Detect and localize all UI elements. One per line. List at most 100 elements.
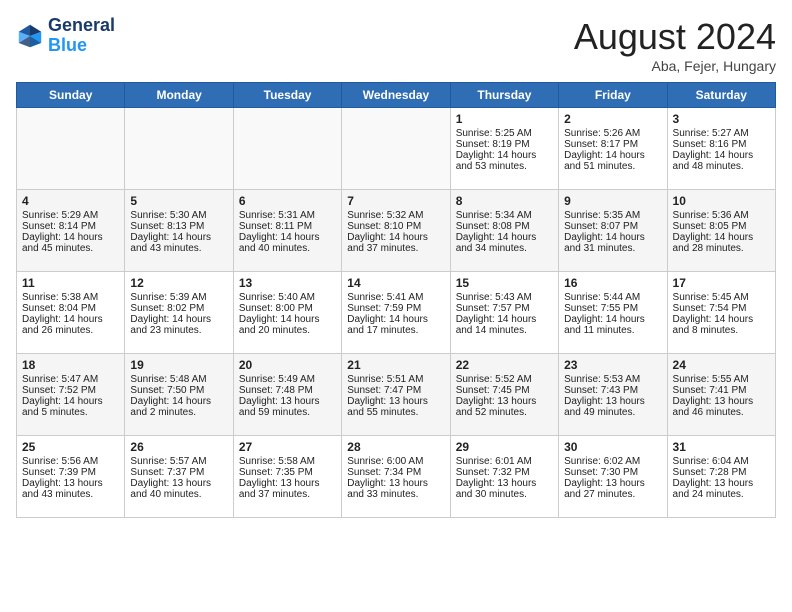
logo: General Blue — [16, 16, 115, 56]
day-number: 5 — [130, 194, 227, 208]
day-info-line: Sunrise: 5:32 AM — [347, 210, 444, 221]
day-info-line: Daylight: 13 hours — [347, 478, 444, 489]
day-info-line: Sunset: 8:05 PM — [673, 221, 770, 232]
day-info-line: Sunset: 8:02 PM — [130, 303, 227, 314]
day-number: 31 — [673, 440, 770, 454]
day-info-line: Sunrise: 5:44 AM — [564, 292, 661, 303]
day-info-line: Sunrise: 5:51 AM — [347, 374, 444, 385]
day-info-line: Sunset: 8:10 PM — [347, 221, 444, 232]
day-info-line: Sunrise: 5:34 AM — [456, 210, 553, 221]
day-info-line: Daylight: 14 hours — [456, 150, 553, 161]
day-info-line: Daylight: 13 hours — [456, 396, 553, 407]
calendar-cell: 6Sunrise: 5:31 AMSunset: 8:11 PMDaylight… — [233, 190, 341, 272]
day-header-wednesday: Wednesday — [342, 83, 450, 108]
day-info-line: Sunrise: 5:41 AM — [347, 292, 444, 303]
day-info-line: Daylight: 14 hours — [22, 232, 119, 243]
calendar-cell: 28Sunrise: 6:00 AMSunset: 7:34 PMDayligh… — [342, 436, 450, 518]
calendar-cell: 13Sunrise: 5:40 AMSunset: 8:00 PMDayligh… — [233, 272, 341, 354]
day-info-line: Sunrise: 5:27 AM — [673, 128, 770, 139]
week-row-2: 4Sunrise: 5:29 AMSunset: 8:14 PMDaylight… — [17, 190, 776, 272]
day-info-line: Daylight: 14 hours — [239, 314, 336, 325]
day-number: 2 — [564, 112, 661, 126]
day-info-line: and 53 minutes. — [456, 161, 553, 172]
day-info-line: Sunset: 8:07 PM — [564, 221, 661, 232]
day-info-line: Sunrise: 5:58 AM — [239, 456, 336, 467]
day-header-friday: Friday — [559, 83, 667, 108]
day-info-line: Sunset: 7:28 PM — [673, 467, 770, 478]
header-row: SundayMondayTuesdayWednesdayThursdayFrid… — [17, 83, 776, 108]
day-number: 11 — [22, 276, 119, 290]
day-header-sunday: Sunday — [17, 83, 125, 108]
calendar-cell: 31Sunrise: 6:04 AMSunset: 7:28 PMDayligh… — [667, 436, 775, 518]
day-info-line: Sunset: 7:30 PM — [564, 467, 661, 478]
calendar-cell: 5Sunrise: 5:30 AMSunset: 8:13 PMDaylight… — [125, 190, 233, 272]
day-number: 6 — [239, 194, 336, 208]
day-info-line: Sunset: 7:34 PM — [347, 467, 444, 478]
day-info-line: Sunrise: 5:48 AM — [130, 374, 227, 385]
day-info-line: and 27 minutes. — [564, 489, 661, 500]
day-info-line: Sunset: 7:43 PM — [564, 385, 661, 396]
day-info-line: Sunrise: 5:31 AM — [239, 210, 336, 221]
calendar-cell: 8Sunrise: 5:34 AMSunset: 8:08 PMDaylight… — [450, 190, 558, 272]
day-info-line: Sunset: 7:52 PM — [22, 385, 119, 396]
day-info-line: and 14 minutes. — [456, 325, 553, 336]
calendar-cell: 20Sunrise: 5:49 AMSunset: 7:48 PMDayligh… — [233, 354, 341, 436]
day-info-line: Sunrise: 5:57 AM — [130, 456, 227, 467]
calendar-cell — [233, 108, 341, 190]
day-info-line: and 31 minutes. — [564, 243, 661, 254]
calendar-cell: 2Sunrise: 5:26 AMSunset: 8:17 PMDaylight… — [559, 108, 667, 190]
calendar-cell: 21Sunrise: 5:51 AMSunset: 7:47 PMDayligh… — [342, 354, 450, 436]
calendar-cell: 22Sunrise: 5:52 AMSunset: 7:45 PMDayligh… — [450, 354, 558, 436]
day-info-line: Sunset: 7:50 PM — [130, 385, 227, 396]
day-number: 22 — [456, 358, 553, 372]
calendar-cell: 4Sunrise: 5:29 AMSunset: 8:14 PMDaylight… — [17, 190, 125, 272]
page-header: General Blue August 2024 Aba, Fejer, Hun… — [16, 16, 776, 74]
day-info-line: and 33 minutes. — [347, 489, 444, 500]
day-info-line: Sunrise: 6:01 AM — [456, 456, 553, 467]
day-info-line: and 46 minutes. — [673, 407, 770, 418]
day-info-line: and 30 minutes. — [456, 489, 553, 500]
day-info-line: Daylight: 14 hours — [347, 314, 444, 325]
week-row-4: 18Sunrise: 5:47 AMSunset: 7:52 PMDayligh… — [17, 354, 776, 436]
day-info-line: Sunset: 7:54 PM — [673, 303, 770, 314]
day-number: 10 — [673, 194, 770, 208]
calendar-cell: 12Sunrise: 5:39 AMSunset: 8:02 PMDayligh… — [125, 272, 233, 354]
day-info-line: Sunrise: 5:43 AM — [456, 292, 553, 303]
day-number: 28 — [347, 440, 444, 454]
day-info-line: Sunset: 7:55 PM — [564, 303, 661, 314]
day-info-line: and 26 minutes. — [22, 325, 119, 336]
day-info-line: and 45 minutes. — [22, 243, 119, 254]
calendar-cell: 25Sunrise: 5:56 AMSunset: 7:39 PMDayligh… — [17, 436, 125, 518]
day-info-line: and 40 minutes. — [239, 243, 336, 254]
day-info-line: and 34 minutes. — [456, 243, 553, 254]
calendar-header: SundayMondayTuesdayWednesdayThursdayFrid… — [17, 83, 776, 108]
calendar-cell: 11Sunrise: 5:38 AMSunset: 8:04 PMDayligh… — [17, 272, 125, 354]
calendar-cell: 16Sunrise: 5:44 AMSunset: 7:55 PMDayligh… — [559, 272, 667, 354]
day-info-line: Sunset: 8:04 PM — [22, 303, 119, 314]
day-info-line: Daylight: 13 hours — [239, 396, 336, 407]
day-info-line: and 5 minutes. — [22, 407, 119, 418]
day-number: 29 — [456, 440, 553, 454]
day-info-line: Sunrise: 5:30 AM — [130, 210, 227, 221]
day-info-line: and 55 minutes. — [347, 407, 444, 418]
day-info-line: and 59 minutes. — [239, 407, 336, 418]
day-info-line: and 51 minutes. — [564, 161, 661, 172]
calendar-cell: 15Sunrise: 5:43 AMSunset: 7:57 PMDayligh… — [450, 272, 558, 354]
day-info-line: Sunrise: 5:45 AM — [673, 292, 770, 303]
day-info-line: Sunset: 8:17 PM — [564, 139, 661, 150]
day-number: 25 — [22, 440, 119, 454]
day-info-line: Daylight: 14 hours — [564, 232, 661, 243]
day-info-line: Sunset: 8:13 PM — [130, 221, 227, 232]
day-info-line: and 17 minutes. — [347, 325, 444, 336]
day-info-line: Sunrise: 5:29 AM — [22, 210, 119, 221]
day-info-line: Daylight: 13 hours — [239, 478, 336, 489]
day-number: 20 — [239, 358, 336, 372]
day-info-line: Daylight: 13 hours — [564, 478, 661, 489]
logo-line1: General — [48, 16, 115, 36]
day-number: 9 — [564, 194, 661, 208]
calendar-cell — [17, 108, 125, 190]
day-info-line: and 2 minutes. — [130, 407, 227, 418]
calendar-cell: 3Sunrise: 5:27 AMSunset: 8:16 PMDaylight… — [667, 108, 775, 190]
day-number: 16 — [564, 276, 661, 290]
logo-icon — [16, 22, 44, 50]
